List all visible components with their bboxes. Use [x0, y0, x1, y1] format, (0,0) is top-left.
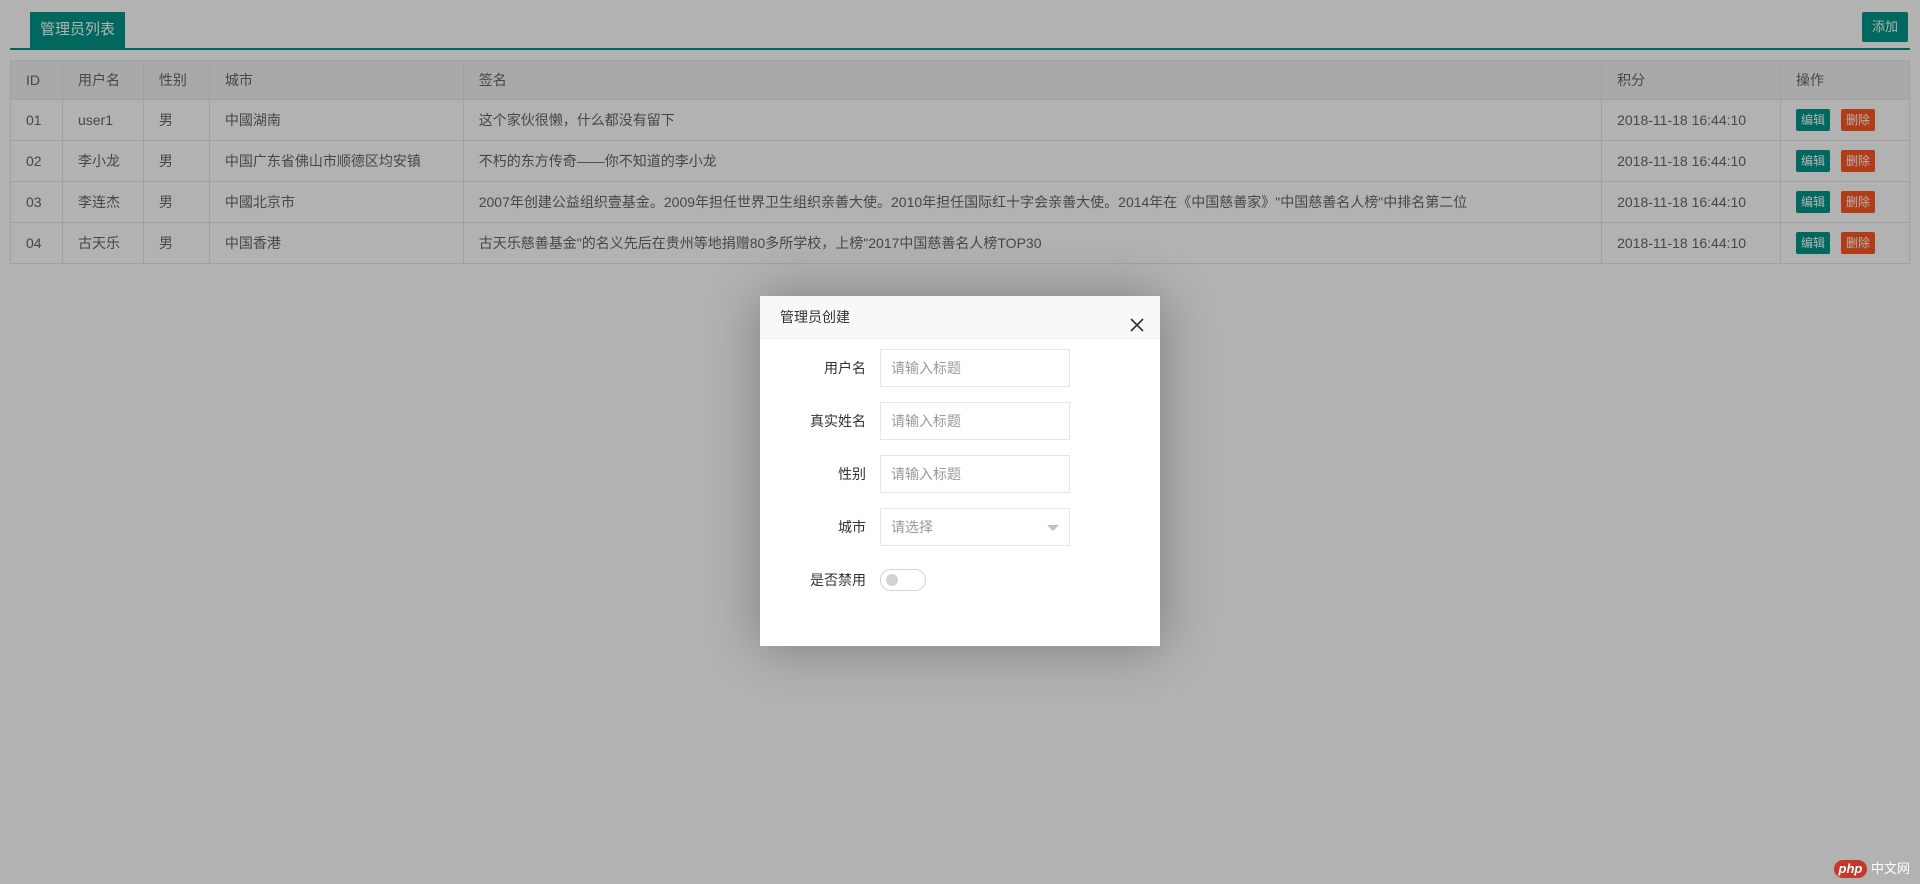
form-row-realname: 真实姓名 [760, 402, 1160, 440]
watermark-logo: php [1833, 860, 1868, 878]
city-select-value: 请选择 [891, 519, 933, 535]
city-select[interactable]: 请选择 [880, 508, 1070, 546]
form-row-username: 用户名 [760, 349, 1160, 387]
disabled-toggle[interactable] [880, 569, 926, 591]
username-label: 用户名 [824, 360, 866, 376]
form-row-gender: 性别 [760, 455, 1160, 493]
admin-create-dialog: 管理员创建 用户名 真实姓名 性别 城市 请选择 是否禁用 [760, 296, 1160, 646]
city-label: 城市 [838, 519, 866, 535]
username-input[interactable] [880, 349, 1070, 387]
realname-input[interactable] [880, 402, 1070, 440]
form-row-city: 城市 请选择 [760, 508, 1160, 546]
toggle-knob [886, 574, 898, 586]
realname-label: 真实姓名 [810, 413, 866, 429]
dialog-title: 管理员创建 [780, 309, 850, 325]
close-icon[interactable] [1128, 308, 1146, 332]
dialog-header: 管理员创建 [760, 296, 1160, 339]
gender-label: 性别 [838, 466, 866, 482]
form-row-disabled: 是否禁用 [760, 561, 1160, 599]
disabled-label: 是否禁用 [810, 572, 866, 588]
site-watermark: php 中文网 [1833, 858, 1910, 878]
gender-input[interactable] [880, 455, 1070, 493]
watermark-site: 中文网 [1870, 861, 1910, 876]
chevron-down-icon [1047, 525, 1059, 531]
